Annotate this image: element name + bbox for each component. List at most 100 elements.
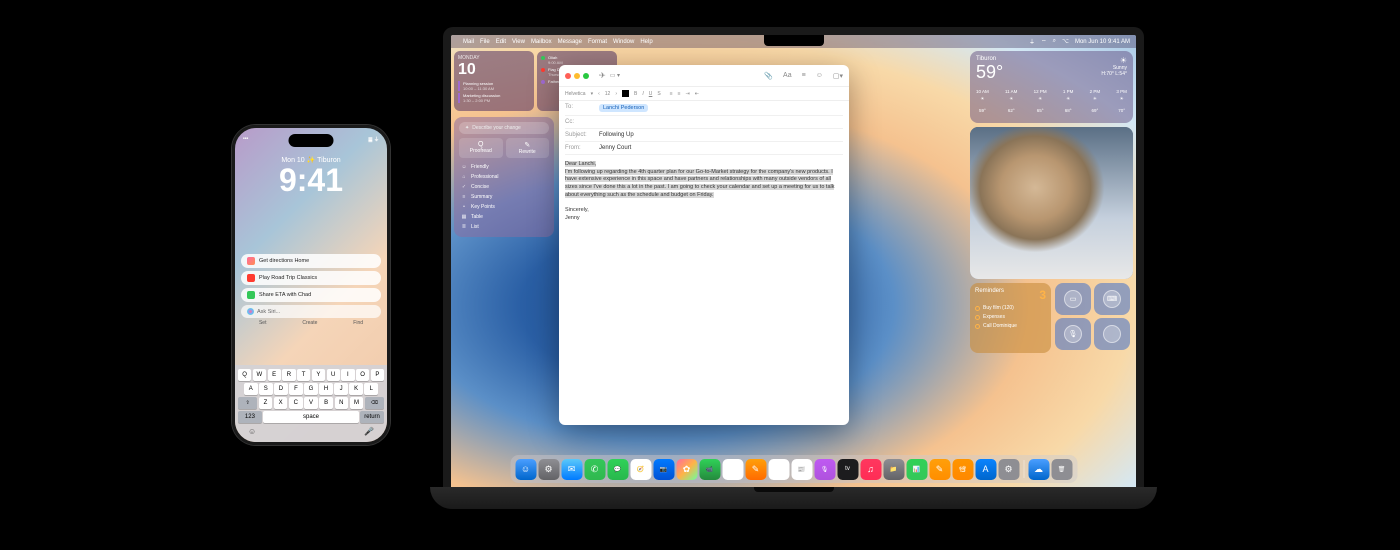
dock-app-7[interactable]: ✿ xyxy=(676,459,697,480)
dock-app-6[interactable]: 📷 xyxy=(653,459,674,480)
control-center-icon[interactable]: ⌥ xyxy=(1062,38,1069,45)
keyboard-control[interactable]: ⌨ xyxy=(1094,283,1130,315)
option-table[interactable]: ▦Table xyxy=(459,212,549,222)
italic-button[interactable]: I xyxy=(642,91,643,97)
indent-icon[interactable]: ⇥ xyxy=(686,91,690,97)
suggestion-chip[interactable]: Share ETA with Chad xyxy=(241,288,381,302)
dock-app-2[interactable]: ✉ xyxy=(561,459,582,480)
tab-set[interactable]: Set xyxy=(259,320,267,326)
mail-compose-window[interactable]: ✈ ▭ ▾ 📎 Aa ≡ ☺ ▢▾ Helvetica ▾‹ 12 › B I … xyxy=(559,65,849,425)
outdent-icon[interactable]: ⇤ xyxy=(695,91,699,97)
key-I[interactable]: I xyxy=(341,369,354,381)
key-S[interactable]: S xyxy=(259,383,273,395)
reminder-checkbox[interactable] xyxy=(975,306,980,311)
key-N[interactable]: N xyxy=(335,397,349,409)
dock-app-14[interactable]: tv xyxy=(837,459,858,480)
photo-icon[interactable]: ▢▾ xyxy=(833,72,843,80)
dock-app-18[interactable]: ✎ xyxy=(929,459,950,480)
key-return[interactable]: return xyxy=(360,411,384,423)
key-⌫[interactable]: ⌫ xyxy=(365,397,384,409)
key-Z[interactable]: Z xyxy=(259,397,273,409)
key-P[interactable]: P xyxy=(371,369,384,381)
calendar-event[interactable]: Marketing discussion1:30 – 2:00 PM xyxy=(458,93,530,103)
to-recipient[interactable]: Lanchi Pederson xyxy=(599,104,648,112)
color-swatch[interactable] xyxy=(622,90,629,97)
option-professional[interactable]: ⌂Professional xyxy=(459,172,549,182)
menu-file[interactable]: File xyxy=(480,39,490,45)
event-item[interactable]: Oliah9:00 AM xyxy=(541,55,613,65)
tab-find[interactable]: Find xyxy=(353,320,363,326)
wifi-icon[interactable]: ⌔ xyxy=(1041,38,1047,46)
reminder-item[interactable]: Buy film (120) xyxy=(975,305,1046,311)
list-icon[interactable]: ≡ xyxy=(802,72,806,80)
option-friendly[interactable]: ☺Friendly xyxy=(459,162,549,172)
menu-message[interactable]: Message xyxy=(558,39,582,45)
dock-app-9[interactable]: 10 xyxy=(722,459,743,480)
strike-button[interactable]: S xyxy=(657,91,660,97)
dock-app-16[interactable]: 📁 xyxy=(883,459,904,480)
tab-create[interactable]: Create xyxy=(302,320,317,326)
key-K[interactable]: K xyxy=(349,383,363,395)
mic-control[interactable]: 🎙 xyxy=(1055,318,1091,350)
close-button[interactable] xyxy=(565,73,571,79)
dock-app-3[interactable]: ✆ xyxy=(584,459,605,480)
dock-app-15[interactable]: ♫ xyxy=(860,459,881,480)
key-D[interactable]: D xyxy=(274,383,288,395)
font-picker[interactable]: Helvetica xyxy=(565,91,586,97)
menu-window[interactable]: Window xyxy=(613,39,634,45)
dock-app-22[interactable]: ☁ xyxy=(1028,459,1049,480)
dock-app-12[interactable]: 📰 xyxy=(791,459,812,480)
mic-icon[interactable]: 🎤 xyxy=(364,427,374,436)
dock-app-20[interactable]: A xyxy=(975,459,996,480)
key-B[interactable]: B xyxy=(319,397,333,409)
key-H[interactable]: H xyxy=(319,383,333,395)
dock-app-4[interactable]: 💬 xyxy=(607,459,628,480)
key-space[interactable]: space xyxy=(263,411,358,423)
dock-app-21[interactable]: ⚙ xyxy=(998,459,1019,480)
dock-app-11[interactable]: ✓ xyxy=(768,459,789,480)
key-O[interactable]: O xyxy=(356,369,369,381)
emoji-icon[interactable]: ☺ xyxy=(248,427,256,436)
menu-edit[interactable]: Edit xyxy=(496,39,506,45)
minimize-button[interactable] xyxy=(574,73,580,79)
suggestion-chip[interactable]: Play Road Trip Classics xyxy=(241,271,381,285)
menubar-datetime[interactable]: Mon Jun 10 9:41 AM xyxy=(1075,39,1130,45)
format-icon[interactable]: Aa xyxy=(783,72,792,80)
dock-app-1[interactable]: ⚙ xyxy=(538,459,559,480)
dock-app-13[interactable]: 🎙 xyxy=(814,459,835,480)
from-value[interactable]: Jenny Court xyxy=(599,145,631,151)
key-W[interactable]: W xyxy=(253,369,266,381)
key-U[interactable]: U xyxy=(327,369,340,381)
battery-icon[interactable]: ⏚ xyxy=(1029,37,1035,46)
key-T[interactable]: T xyxy=(297,369,310,381)
option-key-points[interactable]: •Key Points xyxy=(459,202,549,212)
send-icon[interactable]: ✈ xyxy=(599,71,606,80)
menu-help[interactable]: Help xyxy=(640,39,652,45)
subject-value[interactable]: Following Up xyxy=(599,132,634,138)
key-123[interactable]: 123 xyxy=(238,411,262,423)
calendar-widget[interactable]: MONDAY 10 Planning session10:00 – 11:30 … xyxy=(454,51,534,111)
font-size[interactable]: 12 xyxy=(605,91,611,97)
dock-app-23[interactable]: 🗑 xyxy=(1051,459,1072,480)
dock-app-8[interactable]: 📹 xyxy=(699,459,720,480)
key-X[interactable]: X xyxy=(274,397,288,409)
key-J[interactable]: J xyxy=(334,383,348,395)
reminders-widget[interactable]: Reminders 3 Buy film (120)ExpensesCall D… xyxy=(970,283,1051,353)
option-summary[interactable]: ≡Summary xyxy=(459,192,549,202)
dock-app-17[interactable]: 📊 xyxy=(906,459,927,480)
align-center-icon[interactable]: ≡ xyxy=(678,91,681,97)
align-left-icon[interactable]: ≡ xyxy=(670,91,673,97)
key-C[interactable]: C xyxy=(289,397,303,409)
reminder-checkbox[interactable] xyxy=(975,315,980,320)
key-V[interactable]: V xyxy=(304,397,318,409)
zoom-button[interactable] xyxy=(583,73,589,79)
emoji-icon[interactable]: ☺ xyxy=(816,72,823,80)
menu-view[interactable]: View xyxy=(512,39,525,45)
key-R[interactable]: R xyxy=(282,369,295,381)
menu-mail[interactable]: Mail xyxy=(463,39,474,45)
menu-format[interactable]: Format xyxy=(588,39,607,45)
siri-input[interactable]: Ask Siri... xyxy=(241,305,381,318)
suggestion-chip[interactable]: Get directions Home xyxy=(241,254,381,268)
key-Q[interactable]: Q xyxy=(238,369,251,381)
reminder-item[interactable]: Call Dominique xyxy=(975,323,1046,329)
